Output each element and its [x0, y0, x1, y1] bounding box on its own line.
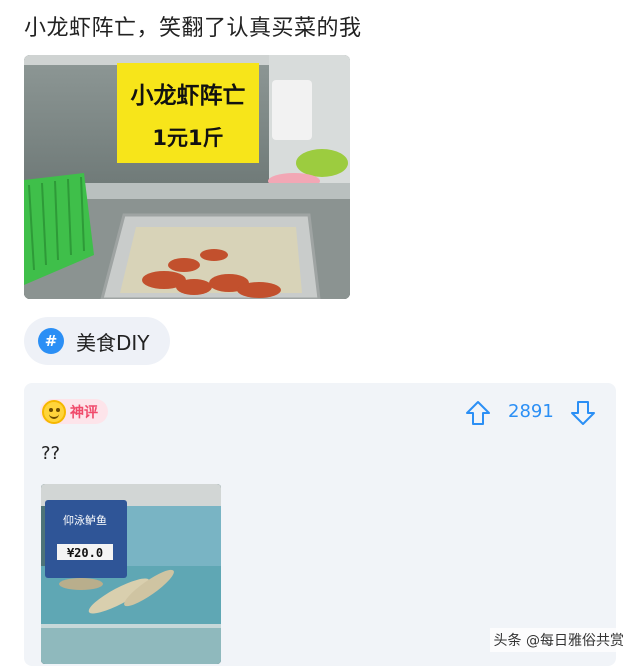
vote-count: 2891 [508, 401, 554, 422]
crayfish-sign-line1: 小龙虾阵亡 [131, 82, 246, 109]
topic-label: 美食DIY [76, 330, 150, 355]
upvote-arrow-icon[interactable] [464, 399, 492, 427]
fish-tank-illustration: 仰泳鲈鱼 ¥20.0 [41, 484, 221, 664]
god-comment-badge: 神评 [40, 399, 108, 424]
fish-sign-line1: 仰泳鲈鱼 [63, 513, 107, 527]
post-title: 小龙虾阵亡，笑翻了认真买菜的我 [24, 16, 362, 41]
badge-label: 神评 [70, 404, 98, 421]
laughing-face-icon [42, 399, 66, 424]
source-watermark: 头条 @每日雅俗共赏 [489, 628, 628, 652]
hash-icon: # [38, 328, 64, 354]
fish-sign-price: ¥20.0 [67, 546, 103, 560]
comment-text: ?? [41, 443, 61, 464]
downvote-arrow-icon[interactable] [569, 399, 597, 427]
crayfish-sign-line2: 1元1斤 [152, 126, 223, 150]
crayfish-photo[interactable]: 小龙虾阵亡 1元1斤 [24, 55, 350, 299]
crayfish-photo-illustration: 小龙虾阵亡 1元1斤 [24, 55, 350, 299]
topic-tag[interactable]: # 美食DIY [24, 317, 170, 365]
fish-tank-photo[interactable]: 仰泳鲈鱼 ¥20.0 [41, 484, 221, 664]
top-comment-card: 神评 2891 ?? 仰泳鲈鱼 ¥20.0 [24, 383, 616, 666]
